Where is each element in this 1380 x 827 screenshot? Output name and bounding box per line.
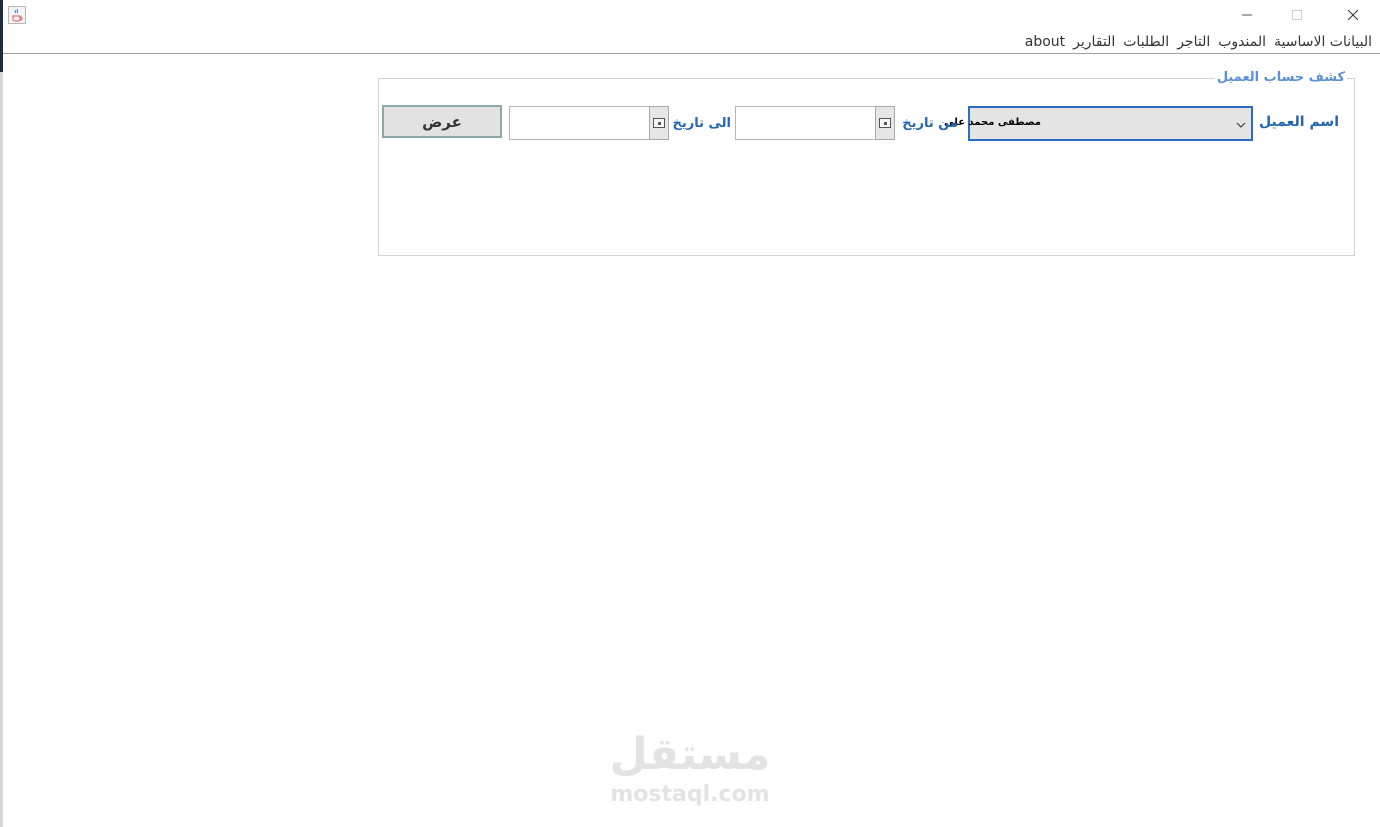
maximize-button[interactable] <box>1274 0 1320 30</box>
chevron-down-icon <box>1236 122 1246 128</box>
customer-statement-panel: كشف حساب العميل <box>378 70 1355 256</box>
mostaql-watermark: مستقل mostaql.com <box>540 728 840 808</box>
menu-bar: البيانات الاساسية المندوب التاجر الطلبات… <box>3 31 1380 54</box>
from-date-picker-button[interactable] <box>875 106 895 140</box>
from-date-label: من تاريخ <box>902 116 958 131</box>
calendar-icon <box>653 118 665 128</box>
menu-delegate[interactable]: المندوب <box>1214 34 1270 50</box>
show-button[interactable]: عرض <box>382 105 502 138</box>
customer-select[interactable]: مصطفى محمد على <box>944 106 1253 141</box>
maximize-icon <box>1292 10 1302 20</box>
menu-reports[interactable]: التقارير <box>1069 34 1119 50</box>
to-date-picker-button[interactable] <box>649 106 669 140</box>
customer-select-value: مصطفى محمد على <box>944 117 1041 128</box>
menu-merchant[interactable]: التاجر <box>1173 34 1214 50</box>
window-left-edge <box>0 0 3 827</box>
panel-title: كشف حساب العميل <box>1214 70 1347 85</box>
java-coffee-icon <box>8 6 26 24</box>
calendar-icon <box>879 118 891 128</box>
close-button[interactable] <box>1330 0 1376 30</box>
menu-orders[interactable]: الطلبات <box>1119 34 1173 50</box>
to-date-field[interactable] <box>509 106 650 140</box>
menu-basic-data[interactable]: البيانات الاساسية <box>1270 34 1376 50</box>
close-icon <box>1347 9 1359 21</box>
to-date-label: الى تاريخ <box>672 116 731 131</box>
minimize-button[interactable] <box>1224 0 1270 30</box>
title-bar <box>3 0 1380 31</box>
from-date-field[interactable] <box>735 106 876 140</box>
customer-name-label: اسم العميل <box>1259 114 1339 130</box>
menu-about[interactable]: about <box>1021 34 1069 50</box>
watermark-latin: mostaql.com <box>610 782 770 807</box>
minimize-icon <box>1242 14 1252 16</box>
watermark-arabic: مستقل <box>609 729 771 780</box>
